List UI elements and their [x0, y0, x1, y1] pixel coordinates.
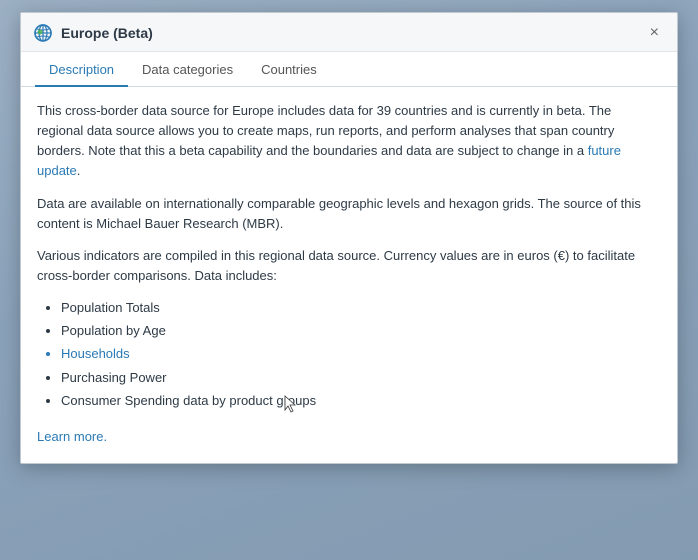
- future-update-link[interactable]: future update: [37, 143, 621, 178]
- description-para3: Various indicators are compiled in this …: [37, 246, 661, 286]
- dialog-title: Europe (Beta): [61, 25, 153, 41]
- description-para2: Data are available on internationally co…: [37, 194, 661, 234]
- data-list: Population Totals Population by Age Hous…: [61, 298, 661, 411]
- list-item-population-age: Population by Age: [61, 321, 661, 341]
- dialog: Europe (Beta) × Description Data categor…: [20, 12, 678, 464]
- dialog-title-row: Europe (Beta): [33, 23, 153, 43]
- list-item-households: Households: [61, 344, 661, 364]
- close-button[interactable]: ×: [646, 23, 663, 43]
- learn-more-link[interactable]: Learn more.: [37, 427, 107, 447]
- list-item-population-totals: Population Totals: [61, 298, 661, 318]
- globe-icon: [33, 23, 53, 43]
- list-item-consumer-spending: Consumer Spending data by product groups: [61, 391, 661, 411]
- description-para1: This cross-border data source for Europe…: [37, 101, 661, 182]
- list-item-purchasing-power: Purchasing Power: [61, 368, 661, 388]
- dialog-body: This cross-border data source for Europe…: [21, 87, 677, 463]
- tab-bar: Description Data categories Countries: [21, 52, 677, 87]
- tab-countries[interactable]: Countries: [247, 52, 331, 87]
- tab-data-categories[interactable]: Data categories: [128, 52, 247, 87]
- dialog-header: Europe (Beta) ×: [21, 13, 677, 52]
- tab-description[interactable]: Description: [35, 52, 128, 87]
